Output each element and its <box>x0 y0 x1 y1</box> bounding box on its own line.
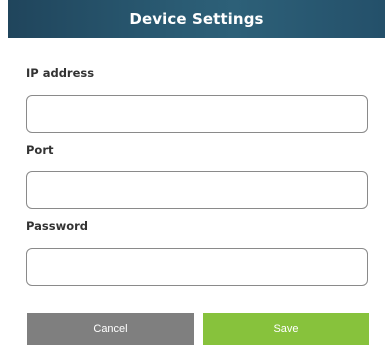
port-label: Port <box>26 143 54 157</box>
save-button[interactable]: Save <box>203 313 369 345</box>
password-input[interactable] <box>26 248 368 286</box>
cancel-button[interactable]: Cancel <box>27 313 194 345</box>
ip-address-label: IP address <box>26 66 95 80</box>
password-label: Password <box>26 219 88 233</box>
dialog-header: Device Settings <box>8 0 385 38</box>
dialog-title: Device Settings <box>129 10 264 28</box>
ip-address-input[interactable] <box>26 95 368 133</box>
device-settings-dialog: Device Settings IP address Port Password… <box>8 0 385 345</box>
port-input[interactable] <box>26 171 368 209</box>
